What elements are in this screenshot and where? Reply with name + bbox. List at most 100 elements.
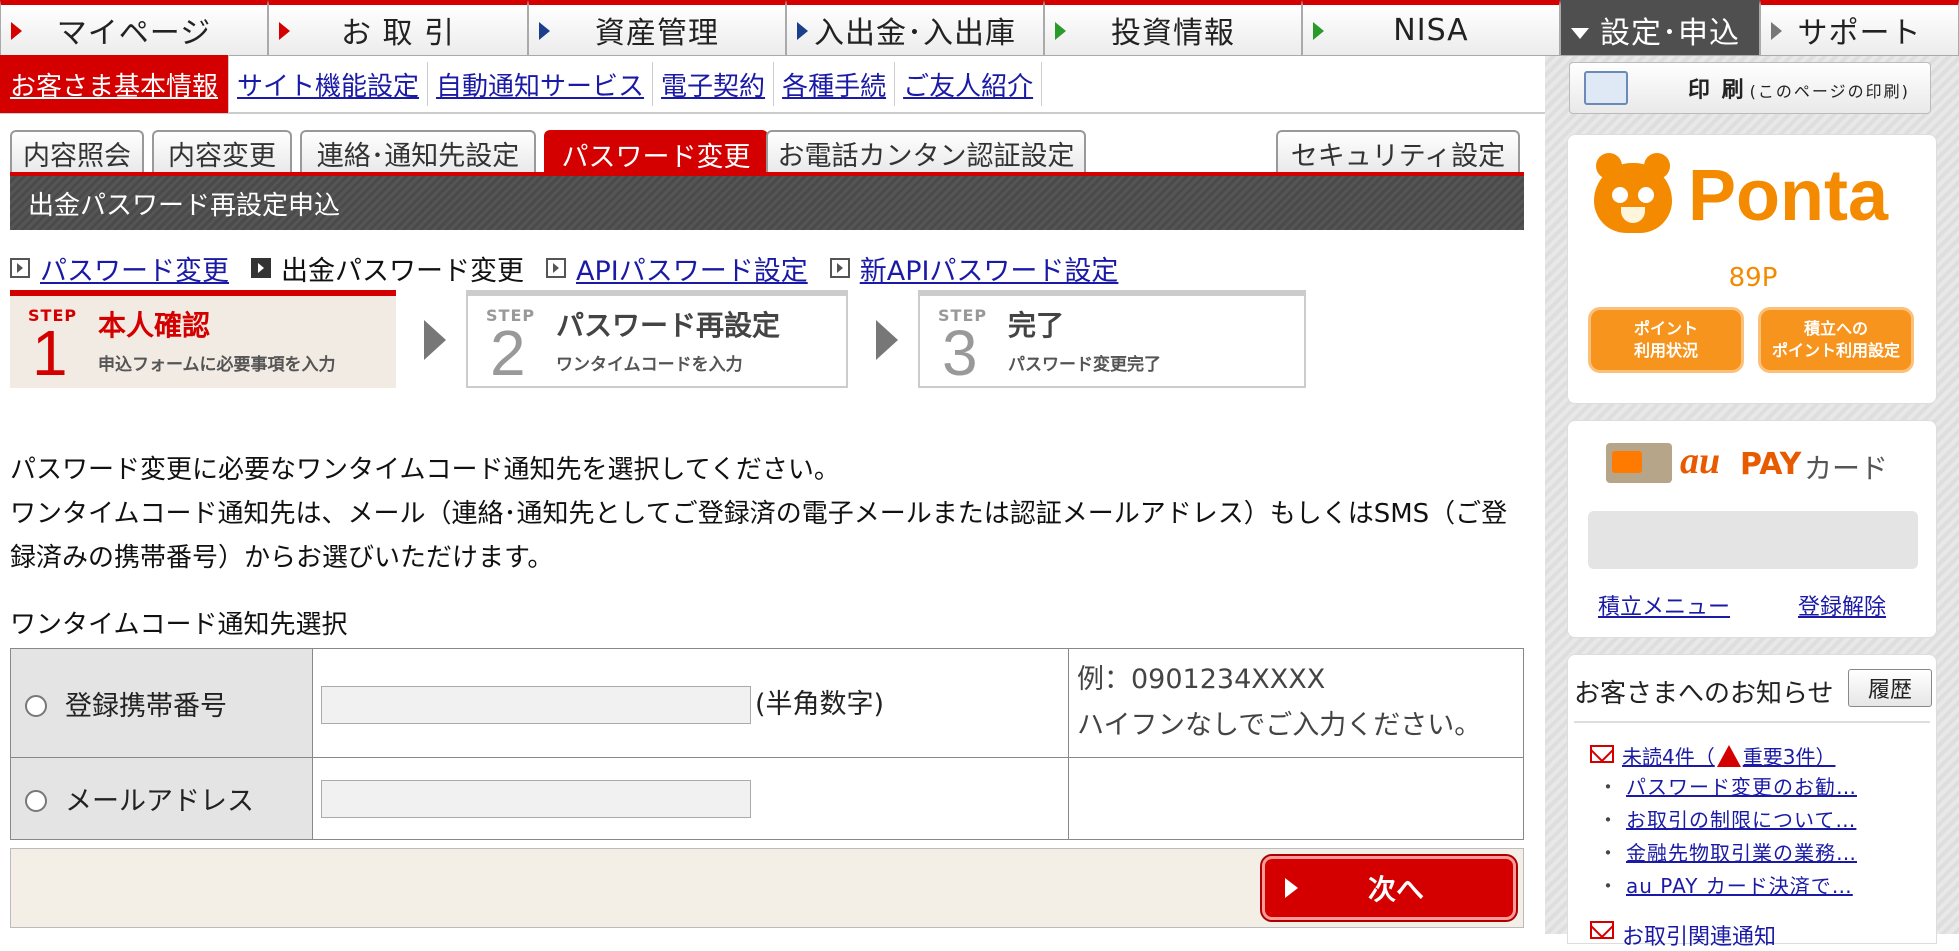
notice-link[interactable]: お取引の制限について… bbox=[1626, 808, 1856, 832]
ponta-logo: Ponta bbox=[1688, 156, 1889, 236]
triangle-right-icon bbox=[1771, 22, 1782, 40]
nav-label: 設定･申込 bbox=[1600, 16, 1740, 51]
notice-item: ・パスワード変更のお勧… bbox=[1598, 775, 1857, 799]
next-button[interactable]: 次へ bbox=[1262, 856, 1516, 920]
tab-view[interactable]: 内容照会 bbox=[10, 130, 144, 174]
arrow-box-icon bbox=[251, 258, 271, 278]
email-option-cell: メールアドレス bbox=[10, 757, 313, 840]
nav-label: 資産管理 bbox=[595, 16, 719, 51]
subnav-auto-notify[interactable]: 自動通知サービス bbox=[428, 62, 654, 106]
unread-count: 未読4件（ bbox=[1622, 745, 1715, 769]
table-row: 登録携帯番号 (半角数字) 例：0901234XXXX ハイフンなしでご入力くださ… bbox=[10, 648, 1524, 758]
right-sidebar: 印 刷 (このページの印刷) Ponta 89P ポイント 利用状況 積立への ポ… bbox=[1545, 56, 1959, 950]
tsumitate-menu-link[interactable]: 積立メニュー bbox=[1598, 589, 1730, 621]
tab-edit[interactable]: 内容変更 bbox=[152, 130, 292, 174]
arrow-box-icon bbox=[10, 258, 30, 278]
sublink-api-password[interactable]: APIパスワード設定 bbox=[546, 249, 808, 288]
nav-trade[interactable]: お 取 引 bbox=[268, 0, 528, 56]
sublink-label: 出金パスワード変更 bbox=[281, 255, 524, 287]
step-title: 本人確認 bbox=[98, 309, 211, 342]
step-arrow-icon bbox=[876, 320, 898, 360]
important-count: 重要3件 bbox=[1742, 745, 1816, 769]
nav-deposit[interactable]: 入出金･入出庫 bbox=[786, 0, 1044, 56]
tab-bar: 内容照会 内容変更 連絡･通知先設定 パスワード変更 お電話カンタン認証設定 セ… bbox=[10, 130, 1522, 176]
triangle-right-icon bbox=[1313, 22, 1324, 40]
password-sublinks: パスワード変更 出金パスワード変更 APIパスワード設定 新APIパスワード設定 bbox=[10, 249, 1140, 288]
mobile-instruction: ハイフンなしでご入力ください。 bbox=[1077, 710, 1482, 741]
nav-label: NISA bbox=[1393, 12, 1469, 48]
nav-invest-info[interactable]: 投資情報 bbox=[1044, 0, 1302, 56]
instruction-line: パスワード変更に必要なワンタイムコード通知先を選択してください。 bbox=[10, 455, 840, 485]
email-radio[interactable] bbox=[25, 790, 47, 812]
nav-assets[interactable]: 資産管理 bbox=[528, 0, 786, 56]
subnav-referral[interactable]: ご友人紹介 bbox=[895, 62, 1043, 106]
print-button[interactable]: 印 刷 (このページの印刷) bbox=[1569, 62, 1931, 114]
ponta-points: 89P bbox=[1728, 263, 1778, 293]
step-title: 完了 bbox=[1008, 309, 1065, 342]
au-brand: au bbox=[1680, 440, 1721, 482]
triangle-right-icon bbox=[797, 22, 808, 40]
section-title: 出金パスワード再設定申込 bbox=[10, 176, 1524, 230]
step-indicator: STEP 1 本人確認 申込フォームに必要事項を入力 STEP 2 パスワード再… bbox=[10, 290, 1310, 390]
arrow-box-icon bbox=[546, 258, 566, 278]
sublink-withdraw-password: 出金パスワード変更 bbox=[251, 249, 524, 288]
tab-password-change[interactable]: パスワード変更 bbox=[544, 130, 768, 176]
tab-contact-settings[interactable]: 連絡･通知先設定 bbox=[300, 130, 536, 174]
subnav-e-contract[interactable]: 電子契約 bbox=[653, 62, 775, 106]
sublink-password-change[interactable]: パスワード変更 bbox=[10, 249, 229, 288]
point-usage-button[interactable]: ポイント 利用状況 bbox=[1588, 307, 1744, 373]
mobile-hint: (半角数字) bbox=[755, 688, 885, 720]
sublink-label[interactable]: APIパスワード設定 bbox=[576, 249, 808, 288]
notice-title: お客さまへのお知らせ bbox=[1574, 679, 1834, 709]
nav-mypage[interactable]: マイページ bbox=[0, 0, 268, 56]
sublink-label[interactable]: パスワード変更 bbox=[40, 249, 229, 288]
print-label: 印 刷 (このページの印刷) bbox=[1688, 72, 1910, 104]
subnav-site-settings[interactable]: サイト機能設定 bbox=[229, 62, 429, 106]
triangle-right-icon bbox=[279, 22, 290, 40]
notice-link[interactable]: au PAY カード決済で… bbox=[1626, 874, 1853, 898]
print-sub-label: (このページの印刷) bbox=[1749, 82, 1910, 101]
unread-link[interactable]: 未読4件（ 重要3件） bbox=[1622, 741, 1835, 770]
instruction-line: ワンタイムコード通知先は、メール（連絡･通知先としてご登録済の電子メールまたは認… bbox=[10, 499, 1508, 573]
subnav-procedures[interactable]: 各種手続 bbox=[774, 62, 896, 106]
nav-settings[interactable]: 設定･申込 bbox=[1560, 0, 1760, 56]
mobile-label: 登録携帯番号 bbox=[65, 690, 227, 722]
unregister-link[interactable]: 登録解除 bbox=[1798, 589, 1886, 621]
point-invest-setting-button[interactable]: 積立への ポイント利用設定 bbox=[1758, 307, 1914, 373]
sublink-new-api-password[interactable]: 新APIパスワード設定 bbox=[829, 249, 1119, 288]
au-card-label: カード bbox=[1804, 452, 1889, 485]
notice-card: お客さまへのお知らせ 履歴 未読4件（ 重要3件） ・パスワード変更のお勧… ・お… bbox=[1567, 654, 1937, 950]
nav-label: お 取 引 bbox=[340, 16, 456, 51]
au-pay-label: PAY bbox=[1740, 447, 1802, 482]
mobile-example: 例：0901234XXXX bbox=[1077, 664, 1326, 695]
credit-card-icon bbox=[1606, 443, 1672, 483]
step-3: STEP 3 完了 パスワード変更完了 bbox=[918, 290, 1306, 388]
email-input[interactable] bbox=[321, 779, 751, 818]
tab-phone-auth[interactable]: お電話カンタン認証設定 bbox=[766, 130, 1086, 174]
tab-security[interactable]: セキュリティ設定 bbox=[1276, 130, 1520, 174]
step-subtitle: パスワード変更完了 bbox=[1008, 355, 1161, 375]
notice-list: ・パスワード変更のお勧… ・お取引の制限について… ・金融先物取引業の業務… ・… bbox=[1598, 771, 1928, 903]
notice-item: ・お取引の制限について… bbox=[1598, 808, 1857, 832]
sub-nav: お客さま基本情報 サイト機能設定 自動通知サービス 電子契約 各種手続 ご友人紹… bbox=[0, 55, 1550, 114]
mobile-input-cell: (半角数字) bbox=[312, 648, 1069, 758]
mobile-radio[interactable] bbox=[25, 694, 47, 717]
history-button[interactable]: 履歴 bbox=[1848, 669, 1932, 707]
nav-label: 投資情報 bbox=[1111, 16, 1235, 51]
arrow-box-icon bbox=[829, 258, 850, 278]
nav-nisa[interactable]: NISA bbox=[1302, 0, 1560, 56]
mobile-number-input[interactable] bbox=[321, 686, 751, 725]
step-title: パスワード再設定 bbox=[556, 309, 781, 342]
notice-link[interactable]: パスワード変更のお勧… bbox=[1626, 775, 1857, 799]
nav-support[interactable]: サポート bbox=[1760, 0, 1959, 56]
trade-notice-link[interactable]: お取引関連通知 bbox=[1622, 919, 1776, 951]
nav-label: 入出金･入出庫 bbox=[814, 16, 1016, 51]
subnav-customer-info[interactable]: お客さま基本情報 bbox=[0, 55, 230, 113]
onetime-table: 登録携帯番号 (半角数字) 例：0901234XXXX ハイフンなしでご入力くださ… bbox=[10, 648, 1524, 840]
sublink-label[interactable]: 新APIパスワード設定 bbox=[860, 249, 1119, 288]
ponta-mascot-icon bbox=[1594, 153, 1672, 233]
notice-link[interactable]: 金融先物取引業の業務… bbox=[1626, 841, 1857, 865]
step-subtitle: 申込フォームに必要事項を入力 bbox=[98, 355, 336, 375]
notice-item: ・金融先物取引業の業務… bbox=[1598, 841, 1857, 865]
step-2: STEP 2 パスワード再設定 ワンタイムコードを入力 bbox=[466, 290, 848, 388]
